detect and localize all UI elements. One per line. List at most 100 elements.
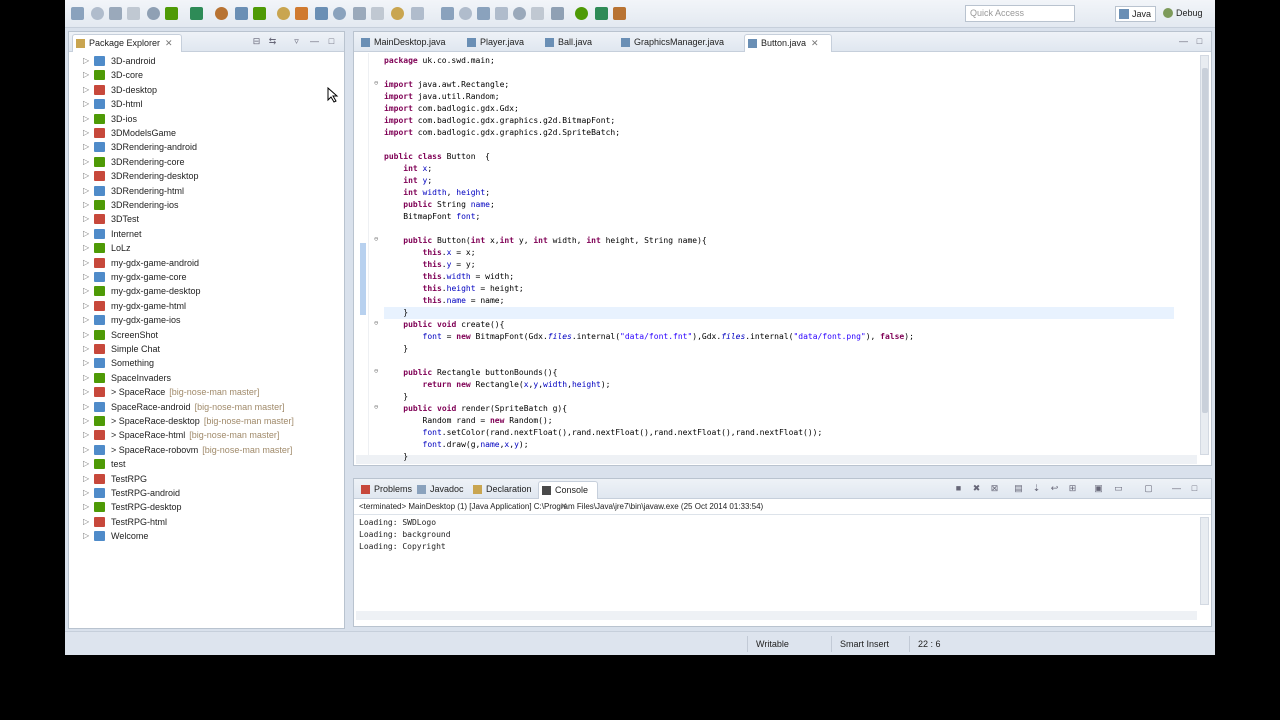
expand-arrow-icon[interactable]: ▷ [83, 529, 89, 543]
editor-3[interactable]: GraphicsManager.java [618, 34, 738, 52]
fold-icon[interactable]: ⊖ [374, 235, 378, 243]
print-icon[interactable] [127, 7, 140, 20]
scroll-lock-icon[interactable]: ⇣ [1032, 484, 1041, 493]
minimize-icon[interactable]: — [310, 37, 319, 46]
expand-arrow-icon[interactable]: ▷ [83, 169, 89, 183]
clear-console-icon[interactable]: ▤ [1014, 484, 1023, 493]
skip-breakpoints-icon[interactable] [165, 7, 178, 20]
minimize-icon[interactable]: — [1172, 484, 1181, 493]
remove-launch-icon[interactable]: ✖ [972, 484, 981, 493]
display-console-icon[interactable]: ▣ [1094, 484, 1103, 493]
editor-4[interactable]: Button.java ✕ [744, 34, 832, 52]
tab-package-explorer[interactable]: Package Explorer ✕ [72, 34, 182, 52]
toggle-icon[interactable] [551, 7, 564, 20]
expand-arrow-icon[interactable]: ▷ [83, 68, 89, 82]
save-icon[interactable] [91, 7, 104, 20]
expand-arrow-icon[interactable]: ▷ [83, 54, 89, 68]
code-editor[interactable]: package uk.co.swd.main; import java.awt.R… [354, 53, 1211, 465]
close-icon[interactable]: ✕ [165, 35, 173, 51]
expand-arrow-icon[interactable]: ▷ [83, 385, 89, 399]
save-icon[interactable] [495, 7, 508, 20]
word-wrap-icon[interactable]: ↩ [1050, 484, 1059, 493]
expand-arrow-icon[interactable]: ▷ [83, 356, 89, 370]
maximize-icon[interactable]: □ [327, 37, 336, 46]
java-perspective-button[interactable]: Java [1115, 6, 1157, 22]
back-icon[interactable] [441, 7, 454, 20]
expand-arrow-icon[interactable]: ▷ [83, 284, 89, 298]
expand-arrow-icon[interactable]: ▷ [83, 126, 89, 140]
terminate-icon[interactable]: ■ [954, 484, 963, 493]
expand-arrow-icon[interactable]: ▷ [83, 342, 89, 356]
run-icon[interactable] [215, 7, 228, 20]
expand-arrow-icon[interactable]: ▷ [83, 313, 89, 327]
expand-arrow-icon[interactable]: ▷ [83, 328, 89, 342]
expand-arrow-icon[interactable]: ▷ [83, 256, 89, 270]
fold-icon[interactable]: ⊖ [374, 79, 378, 87]
console-vertical-scrollbar[interactable] [1200, 517, 1209, 605]
expand-arrow-icon[interactable]: ▷ [83, 241, 89, 255]
expand-arrow-icon[interactable]: ▷ [83, 212, 89, 226]
maximize-icon[interactable]: □ [1195, 37, 1204, 46]
save-all-icon[interactable] [513, 7, 526, 20]
minimize-icon[interactable]: — [1179, 37, 1188, 46]
forward-icon[interactable] [459, 7, 472, 20]
debug-icon[interactable] [595, 7, 608, 20]
fold-icon[interactable]: ⊖ [374, 403, 378, 411]
remove-all-icon[interactable]: ⊠ [990, 484, 999, 493]
expand-arrow-icon[interactable]: ▷ [83, 515, 89, 529]
coverage-icon[interactable] [235, 7, 248, 20]
expand-arrow-icon[interactable]: ▷ [83, 112, 89, 126]
expand-arrow-icon[interactable]: ▷ [83, 227, 89, 241]
collapse-all-icon[interactable]: ⊟ [252, 37, 261, 46]
expand-arrow-icon[interactable]: ▷ [83, 428, 89, 442]
fold-icon[interactable]: ⊖ [374, 319, 378, 327]
expand-arrow-icon[interactable]: ▷ [83, 299, 89, 313]
editor-1[interactable]: Player.java [464, 34, 536, 52]
expand-arrow-icon[interactable]: ▷ [83, 371, 89, 385]
expand-arrow-icon[interactable]: ▷ [83, 140, 89, 154]
bottom-0[interactable]: Problems [358, 481, 412, 499]
expand-arrow-icon[interactable]: ▷ [83, 500, 89, 514]
new-icon[interactable] [477, 7, 490, 20]
expand-arrow-icon[interactable]: ▷ [83, 414, 89, 428]
close-icon[interactable]: ✕ [811, 35, 819, 51]
fold-icon[interactable]: ⊖ [374, 367, 378, 375]
link-editor-icon[interactable]: ⇆ [268, 37, 277, 46]
expand-arrow-icon[interactable]: ▷ [83, 457, 89, 471]
expand-arrow-icon[interactable]: ▷ [83, 97, 89, 111]
expand-arrow-icon[interactable]: ▷ [83, 400, 89, 414]
console-horizontal-scrollbar[interactable] [356, 611, 1197, 620]
new-class-icon[interactable] [315, 7, 328, 20]
expand-arrow-icon[interactable]: ▷ [83, 155, 89, 169]
open-console-icon[interactable]: ▭ [1114, 484, 1123, 493]
bottom-3[interactable]: Console✕ [538, 481, 598, 511]
new-icon[interactable] [71, 7, 84, 20]
run-last-icon[interactable] [253, 7, 266, 20]
editor-horizontal-scrollbar[interactable] [356, 455, 1197, 464]
scroll-thumb[interactable] [1202, 68, 1208, 413]
save-all-icon[interactable] [109, 7, 122, 20]
run-icon[interactable] [613, 7, 626, 20]
next-annotation-icon[interactable] [391, 7, 404, 20]
skip-breakpoints-icon[interactable] [575, 7, 588, 20]
expand-arrow-icon[interactable]: ▷ [83, 270, 89, 284]
editor-vertical-scrollbar[interactable] [1200, 55, 1209, 455]
debug-icon[interactable] [190, 7, 203, 20]
expand-arrow-icon[interactable]: ▷ [83, 198, 89, 212]
editor-2[interactable]: Ball.java [542, 34, 612, 52]
open-type-icon[interactable] [333, 7, 346, 20]
maximize-icon[interactable]: □ [1190, 484, 1199, 493]
expand-arrow-icon[interactable]: ▷ [83, 486, 89, 500]
search-icon[interactable] [353, 7, 366, 20]
prev-annotation-icon[interactable] [411, 7, 424, 20]
pin-console-icon[interactable]: ⊞ [1068, 484, 1077, 493]
expand-arrow-icon[interactable]: ▷ [83, 83, 89, 97]
new-console-icon[interactable]: ▢ [1144, 484, 1153, 493]
view-menu-icon[interactable]: ▿ [292, 37, 301, 46]
annotation-icon[interactable] [371, 7, 384, 20]
toggle-icon[interactable] [147, 7, 160, 20]
debug-perspective-button[interactable]: Debug [1160, 6, 1207, 22]
new-package-icon[interactable] [295, 7, 308, 20]
print-icon[interactable] [531, 7, 544, 20]
new-project-icon[interactable] [277, 7, 290, 20]
